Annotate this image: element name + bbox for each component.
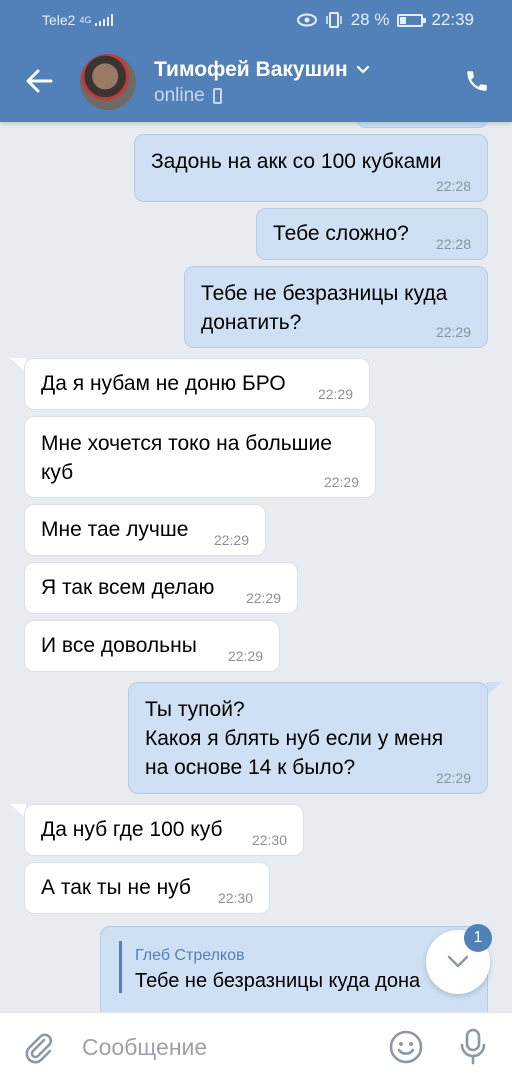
message-time: 22:29 <box>213 532 249 548</box>
message-input[interactable]: Сообщение <box>82 1034 207 1061</box>
eye-comfort-icon <box>296 13 317 27</box>
message-bubble[interactable]: Ты тупой? Какоя я блять нуб если у меня … <box>128 682 488 794</box>
message-bubble[interactable]: Да нуб где 100 куб 22:30 <box>24 804 304 856</box>
battery-percent: 28 % <box>350 10 390 29</box>
message-text: Тебе не безразницы куда донатить? <box>201 282 448 334</box>
presence-status: online <box>154 85 205 106</box>
message-time: 22:30 <box>217 890 253 906</box>
battery-icon <box>397 13 427 27</box>
message-bubble[interactable]: А так ты не нуб 22:30 <box>24 862 270 914</box>
contact-name-row[interactable]: Тимофей Вакушин <box>154 58 370 82</box>
message-composer: Сообщение <box>0 1012 512 1080</box>
chat-header: Tele2 4G 28 % 22:39 Тимофей Вакушин onli… <box>0 0 512 122</box>
message-text: Задонь на акк со 100 кубками <box>151 150 442 173</box>
back-arrow-icon[interactable] <box>24 66 54 96</box>
message-bubble[interactable]: И все довольны 22:29 <box>24 620 280 672</box>
message-bubble[interactable]: Тебе не безразницы куда донатить? 22:29 <box>184 266 488 348</box>
status-right: 28 % 22:39 <box>296 10 474 30</box>
bubble-tail <box>486 682 502 696</box>
chevron-down-icon <box>447 955 469 968</box>
chevron-down-icon <box>356 65 369 74</box>
message-bubble[interactable]: Мне хочется токо на большие куб 22:29 <box>24 416 376 498</box>
contact-avatar[interactable] <box>80 54 136 110</box>
presence-row: online <box>154 85 222 107</box>
signal-icon <box>95 14 114 26</box>
message-text: Да нуб где 100 куб <box>41 818 223 841</box>
message-bubble[interactable]: Тебе сложно? 22:28 <box>256 208 488 260</box>
carrier-name: Tele2 <box>42 12 76 28</box>
message-text: Мне хочется токо на большие куб <box>41 432 332 484</box>
message-time: 22:28 <box>435 178 471 194</box>
message-bubble[interactable]: Я так всем делаю 22:29 <box>24 562 298 614</box>
message-time: 22:29 <box>435 324 471 340</box>
vibrate-icon <box>325 12 342 28</box>
message-bubble[interactable]: Задонь на акк со 100 кубками 22:28 <box>134 134 488 202</box>
message-bubble[interactable]: Мне тае лучше 22:29 <box>24 504 266 556</box>
quote-bar <box>119 941 122 993</box>
quoted-text: Тебе не безразницы куда дона <box>135 970 421 992</box>
emoji-icon[interactable] <box>388 1029 424 1065</box>
quoted-author[interactable]: Глеб Стрелков <box>135 941 245 970</box>
unread-count-badge: 1 <box>464 924 492 952</box>
message-time: 22:28 <box>435 236 471 252</box>
message-time: 22:30 <box>251 832 287 848</box>
phone-call-icon[interactable] <box>464 68 490 94</box>
message-text: Да я нубам не доню БРО <box>41 372 286 395</box>
message-text: Ты тупой? Какоя я блять нуб если у меня … <box>145 698 444 779</box>
contact-name: Тимофей Вакушин <box>154 58 348 81</box>
message-time: 22:29 <box>435 770 471 786</box>
message-bubble-partial[interactable] <box>356 122 488 128</box>
attach-icon[interactable] <box>22 1031 56 1065</box>
message-list[interactable]: Задонь на акк со 100 кубками 22:28 Тебе … <box>0 122 512 1012</box>
message-bubble[interactable]: Да я нубам не доню БРО 22:29 <box>24 358 370 410</box>
carrier-info: Tele2 4G <box>42 12 114 28</box>
network-type: 4G <box>79 15 92 25</box>
message-time: 22:29 <box>323 474 359 490</box>
message-time: 22:29 <box>245 590 281 606</box>
status-bar: Tele2 4G 28 % 22:39 <box>0 0 512 42</box>
message-time: 22:29 <box>227 648 263 664</box>
mobile-device-icon <box>212 88 222 104</box>
clock: 22:39 <box>431 10 474 29</box>
message-time: 22:29 <box>317 386 353 402</box>
microphone-icon[interactable] <box>458 1027 488 1067</box>
